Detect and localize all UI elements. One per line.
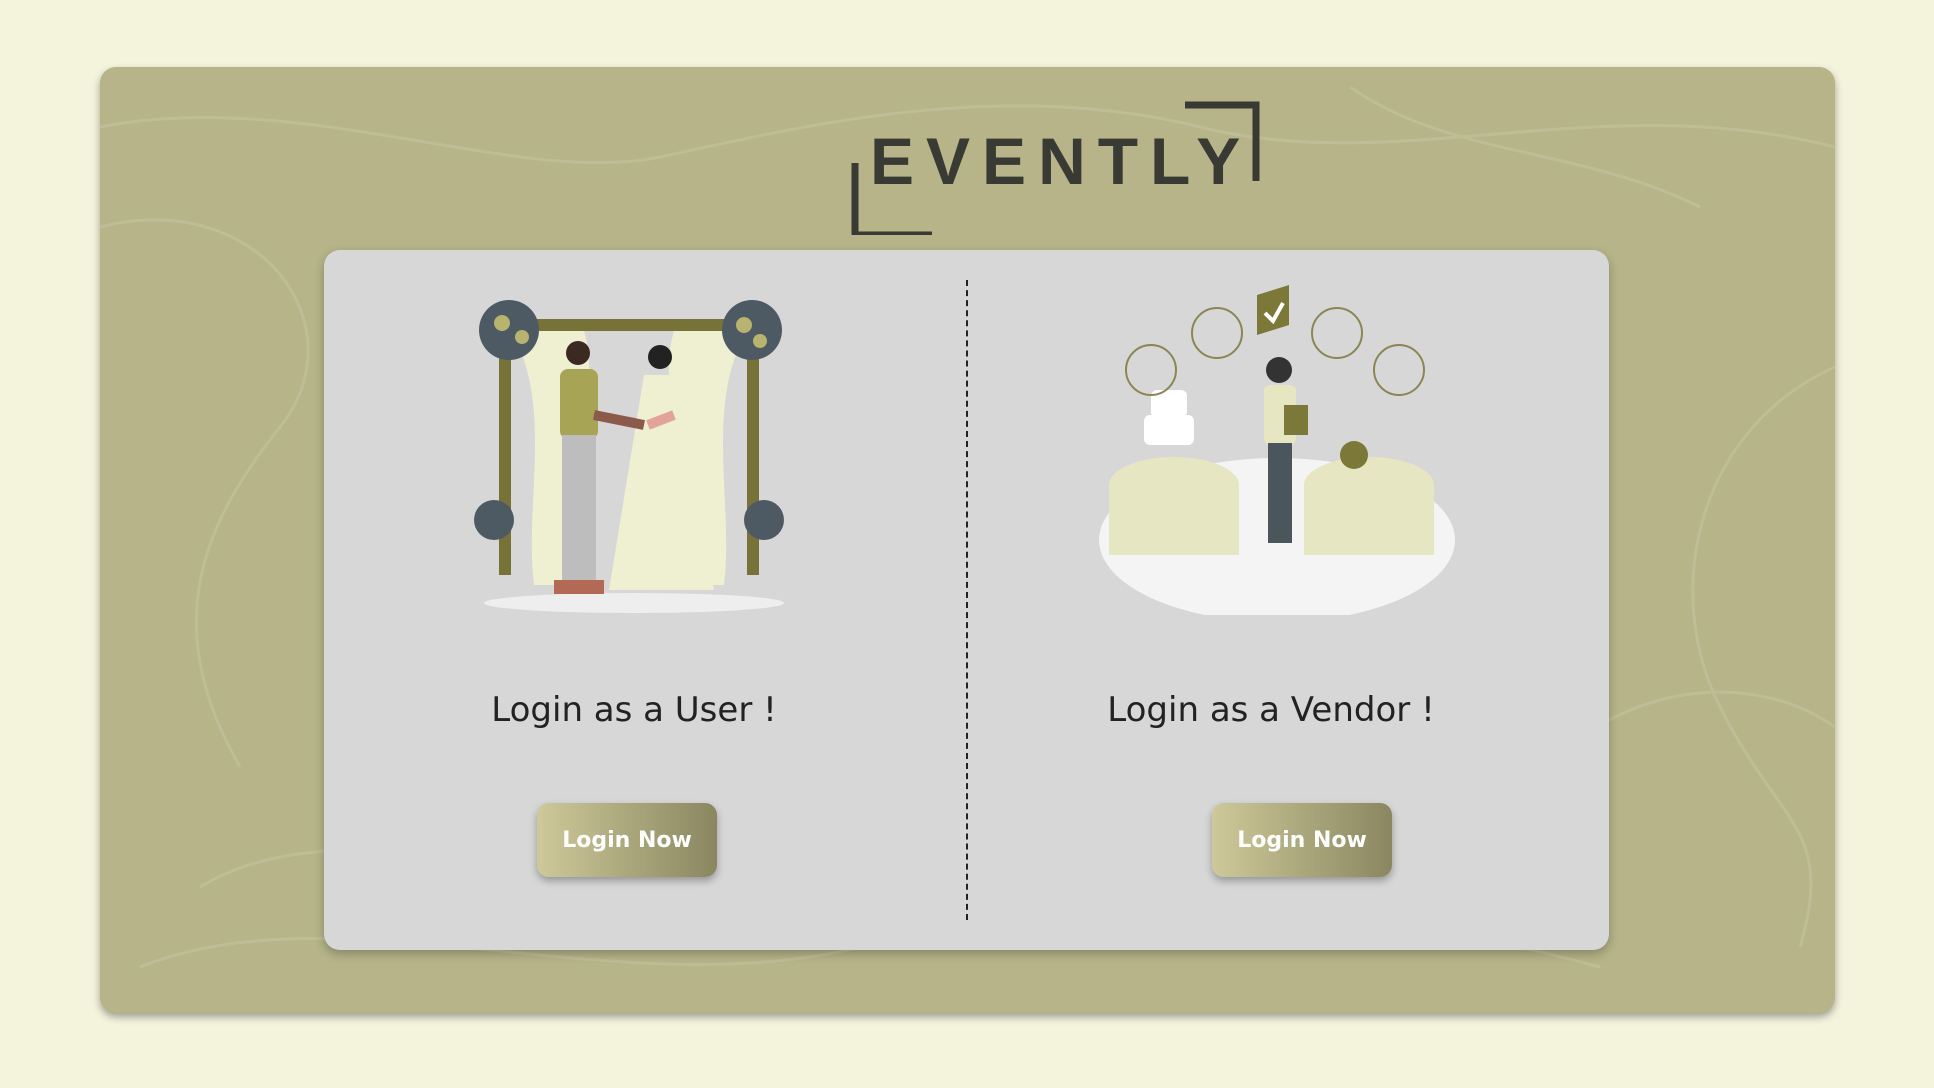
event-planner-illustration <box>1099 285 1455 615</box>
user-login-title: Login as a User ! <box>491 690 777 730</box>
vendor-login-button[interactable]: Login Now <box>1212 803 1392 877</box>
login-choice-card: Login as a User ! Login Now Login as a V… <box>324 250 1609 950</box>
brand-name: EVENTLY <box>870 124 1253 198</box>
dashed-divider <box>966 280 968 920</box>
user-login-panel: Login as a User ! Login Now <box>324 250 944 950</box>
wedding-couple-illustration <box>474 300 784 613</box>
main-frame: EVENTLY Login as a User ! Login Now Logi… <box>100 67 1835 1013</box>
evently-logo: EVENTLY <box>774 85 1284 239</box>
user-login-button[interactable]: Login Now <box>537 803 717 877</box>
vendor-login-title: Login as a Vendor ! <box>1107 690 1435 730</box>
vendor-login-panel: Login as a Vendor ! Login Now <box>989 250 1609 950</box>
